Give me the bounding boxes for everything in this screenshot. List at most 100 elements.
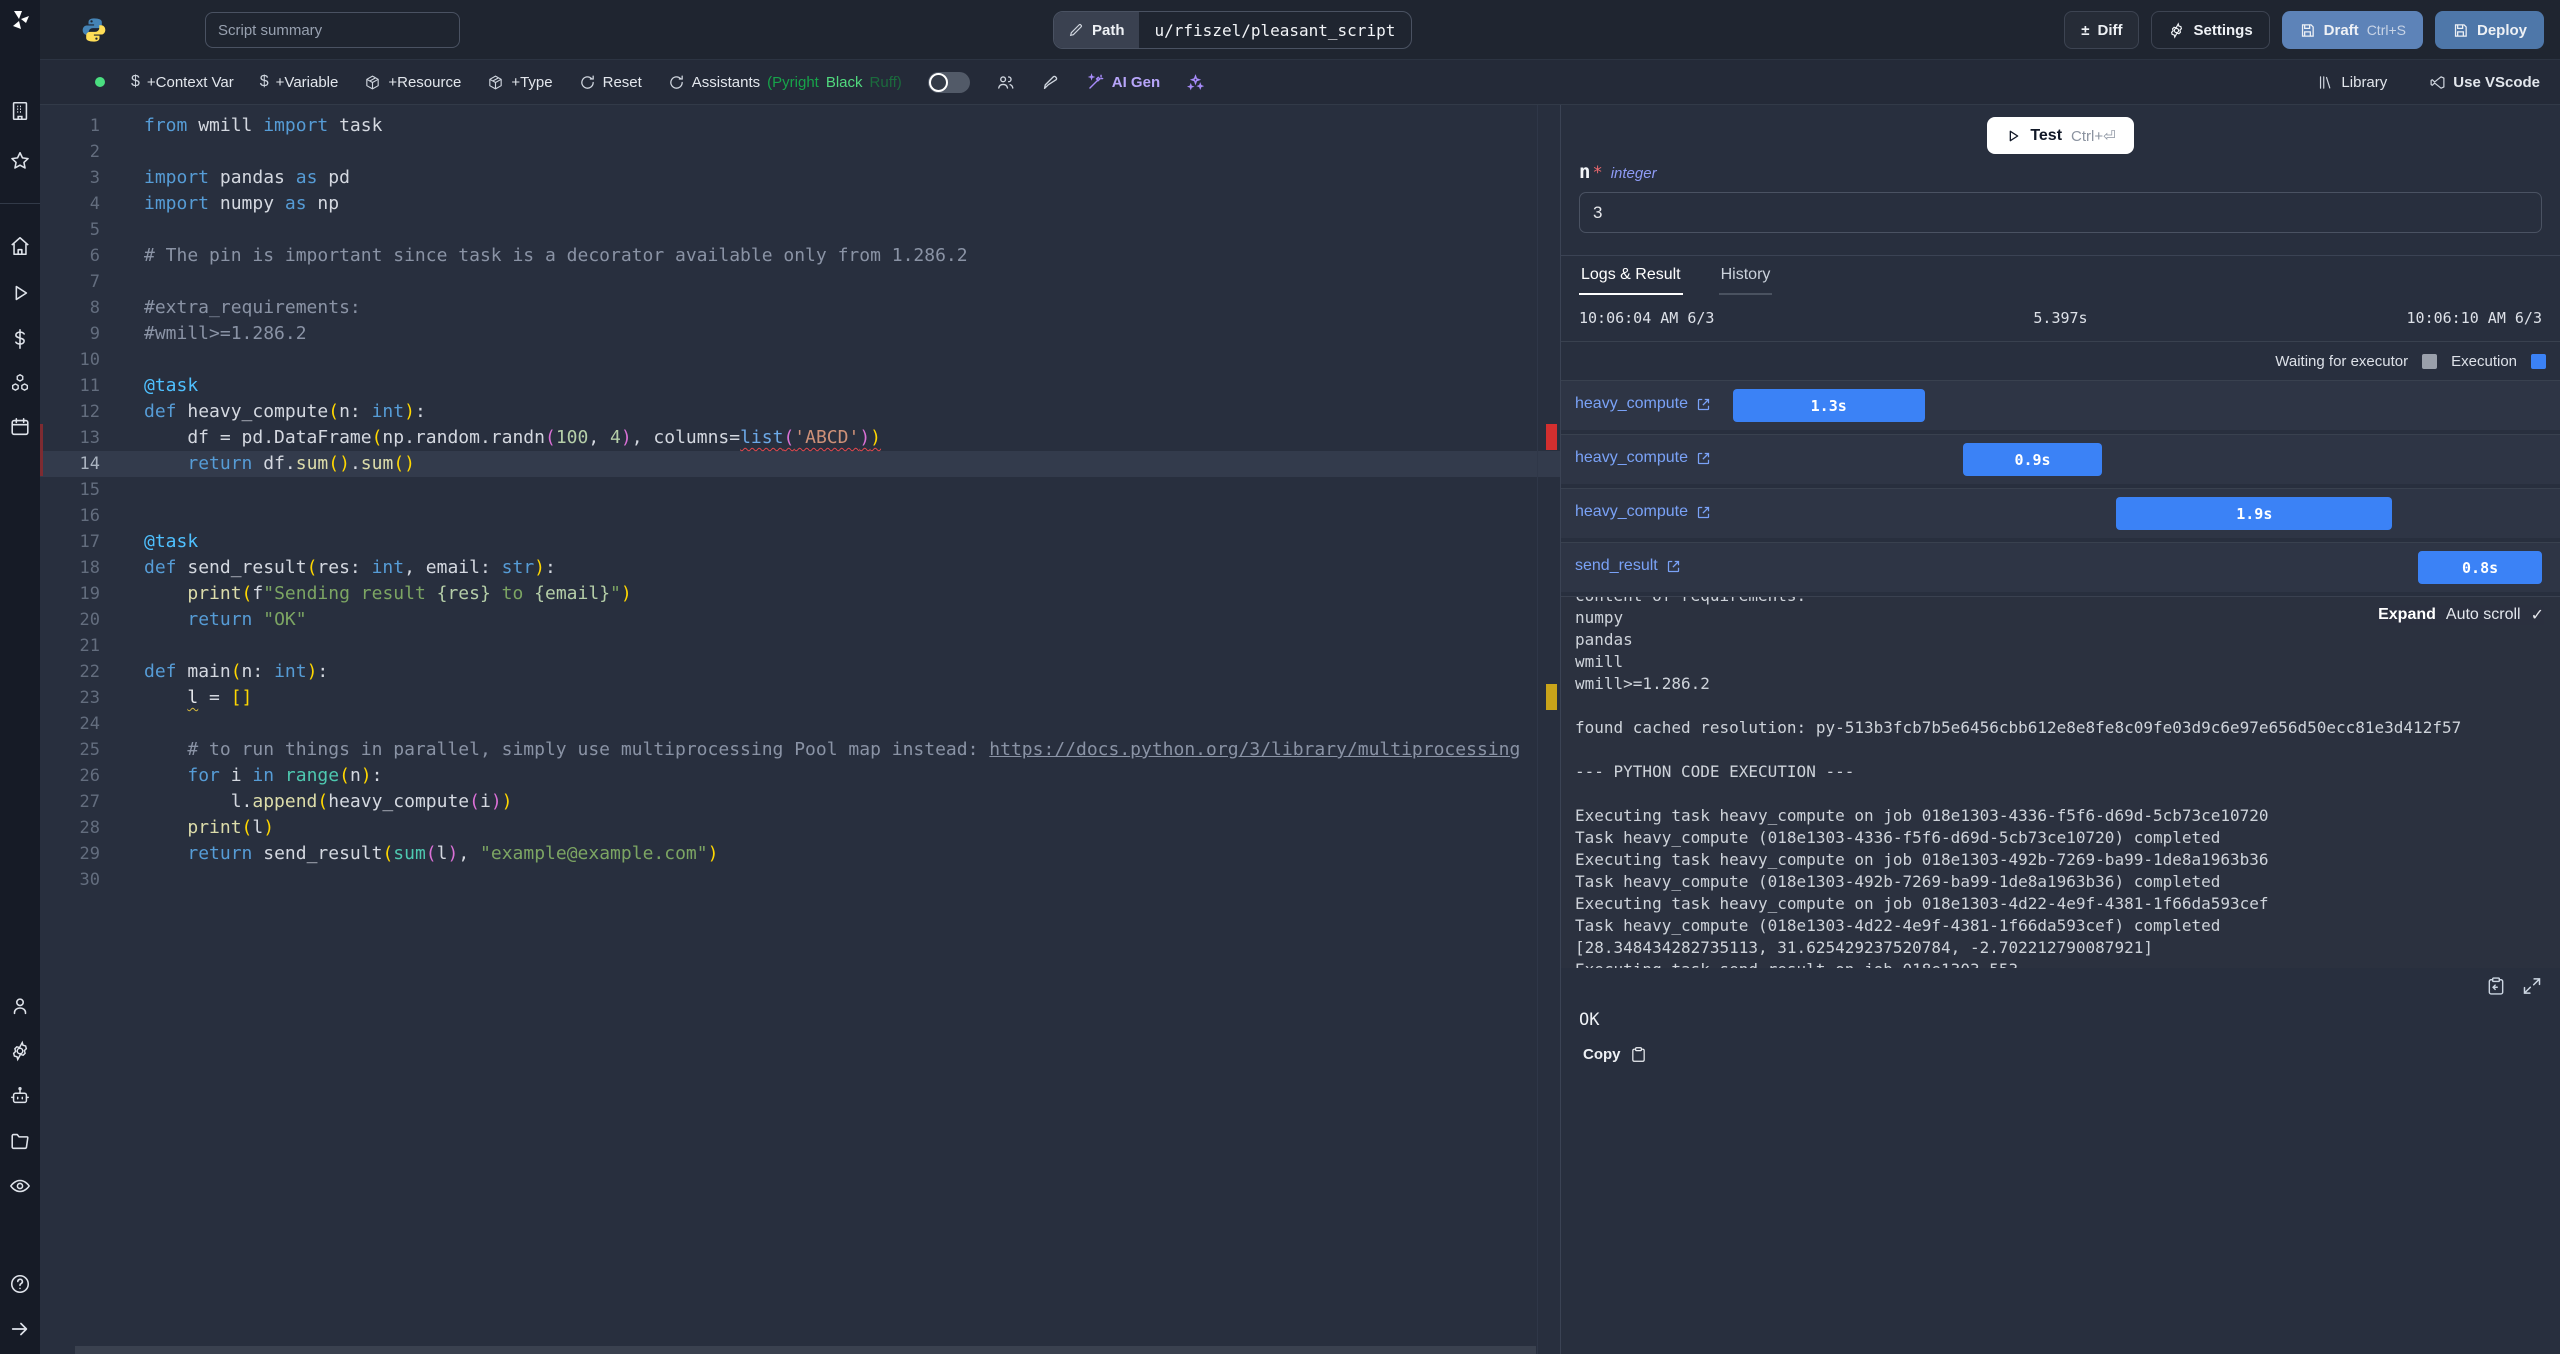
draft-button[interactable]: Draft Ctrl+S	[2281, 11, 2423, 49]
execution-bar[interactable]: 0.9s	[1962, 443, 2103, 476]
add-context-var-button[interactable]: $ +Context Var	[131, 73, 234, 91]
code-line-5[interactable]: 5	[40, 217, 1560, 243]
code-line-10[interactable]: 10	[40, 347, 1560, 373]
code-line-28[interactable]: 28 print(l)	[40, 815, 1560, 841]
runs-play-icon[interactable]	[9, 282, 31, 304]
task-link-heavy_compute[interactable]: heavy_compute	[1575, 395, 1711, 413]
gear-icon	[2168, 21, 2185, 39]
arg-n-input[interactable]	[1579, 192, 2542, 233]
code-line-6[interactable]: 6 # The pin is important since task is a …	[40, 243, 1560, 269]
add-variable-button[interactable]: $ +Variable	[260, 73, 339, 91]
execution-bar[interactable]: 1.3s	[1732, 389, 1925, 422]
warning-marker[interactable]	[1546, 684, 1557, 710]
horizontal-scrollbar[interactable]	[75, 1346, 1536, 1354]
users-person-icon[interactable]	[9, 995, 31, 1017]
log-line: found cached resolution: py-513b3fcb7b5e…	[1575, 718, 2462, 737]
expand-sidebar-arrow-icon[interactable]	[9, 1318, 31, 1340]
tab-history[interactable]: History	[1718, 256, 1773, 295]
format-brush-icon[interactable]	[1041, 73, 1060, 92]
refresh-icon	[579, 74, 596, 91]
expand-logs-button[interactable]: Expand	[2378, 606, 2436, 624]
code-line-13[interactable]: 13 df = pd.DataFrame(np.random.randn(100…	[40, 425, 1560, 451]
task-link-send_result[interactable]: send_result	[1575, 557, 1681, 575]
deploy-button[interactable]: Deploy	[2434, 11, 2544, 49]
edit-path-button[interactable]: Path	[1054, 12, 1139, 48]
execution-bar[interactable]: 0.8s	[2418, 551, 2543, 584]
assistants-button[interactable]: Assistants (Pyright Black Ruff)	[668, 74, 902, 91]
reset-button[interactable]: Reset	[579, 74, 642, 91]
legend-waiting-swatch	[2422, 353, 2438, 369]
settings-button[interactable]: Settings	[2151, 11, 2270, 49]
code-line-17[interactable]: 17 @task	[40, 529, 1560, 555]
code-line-20[interactable]: 20 return "OK"	[40, 607, 1560, 633]
script-path-value[interactable]: u/rfiszel/pleasant_script	[1139, 21, 1412, 40]
windmill-logo-icon[interactable]	[8, 8, 32, 32]
code-line-1[interactable]: 1 from wmill import task	[40, 113, 1560, 139]
code-line-2[interactable]: 2	[40, 139, 1560, 165]
code-line-12[interactable]: 12 def heavy_compute(n: int):	[40, 399, 1560, 425]
code-line-19[interactable]: 19 print(f"Sending result {res} to {emai…	[40, 581, 1560, 607]
copy-result-button[interactable]: Copy	[1561, 1030, 2560, 1063]
favorites-star-icon[interactable]	[9, 150, 31, 172]
code-line-7[interactable]: 7	[40, 269, 1560, 295]
add-type-button[interactable]: +Type	[487, 74, 553, 91]
line-number: 4	[89, 194, 100, 214]
code-line-4[interactable]: 4 import numpy as np	[40, 191, 1560, 217]
code-line-24[interactable]: 24	[40, 711, 1560, 737]
code-editor[interactable]: 1 from wmill import task 2 3 import pandas a…	[40, 105, 1560, 1354]
code-line-14[interactable]: 14 return df.sum().sum()	[40, 451, 1560, 477]
code-line-23[interactable]: 23 l = []	[40, 685, 1560, 711]
code-line-21[interactable]: 21	[40, 633, 1560, 659]
fullscreen-icon[interactable]	[2522, 976, 2542, 996]
task-link-heavy_compute[interactable]: heavy_compute	[1575, 503, 1711, 521]
line-number: 27	[79, 792, 100, 812]
execution-bar[interactable]: 1.9s	[2116, 497, 2393, 530]
diff-button[interactable]: ± Diff	[2064, 11, 2140, 49]
code-line-30[interactable]: 30	[40, 867, 1560, 893]
audit-eye-icon[interactable]	[9, 1175, 31, 1197]
code-line-25[interactable]: 25 # to run things in parallel, simply u…	[40, 737, 1560, 763]
code-line-22[interactable]: 22 def main(n: int):	[40, 659, 1560, 685]
code-line-11[interactable]: 11 @task	[40, 373, 1560, 399]
code-line-16[interactable]: 16	[40, 503, 1560, 529]
logs-output[interactable]: content of requirements:numpypandaswmill…	[1561, 596, 2560, 968]
add-resource-button[interactable]: +Resource	[364, 74, 461, 91]
code-line-26[interactable]: 26 for i in range(n):	[40, 763, 1560, 789]
workspace-building-icon[interactable]	[9, 100, 31, 122]
ai-gen-button[interactable]: AI Gen	[1086, 72, 1160, 92]
use-vscode-button[interactable]: Use VScode	[2429, 74, 2540, 91]
assistant-toggle[interactable]	[927, 71, 970, 93]
code-line-29[interactable]: 29 return send_result(sum(l), "example@e…	[40, 841, 1560, 867]
log-line: Executing task send_result on job 018e13…	[1575, 959, 2546, 968]
settings-gear-icon[interactable]	[9, 1040, 31, 1062]
copy-logs-icon[interactable]	[2486, 976, 2506, 996]
code-line-18[interactable]: 18 def send_result(res: int, email: str):	[40, 555, 1560, 581]
multiplayer-users-icon[interactable]	[996, 73, 1015, 92]
test-button[interactable]: Test Ctrl+⏎	[1987, 117, 2134, 154]
error-marker[interactable]	[1546, 424, 1557, 450]
log-line: wmill	[1575, 652, 1624, 671]
task-link-heavy_compute[interactable]: heavy_compute	[1575, 449, 1711, 467]
library-button[interactable]: Library	[2317, 74, 2387, 91]
code-line-3[interactable]: 3 import pandas as pd	[40, 165, 1560, 191]
variables-dollar-icon[interactable]	[9, 328, 31, 350]
line-number: 30	[79, 870, 100, 890]
script-summary-input[interactable]	[205, 12, 460, 48]
line-number: 22	[79, 662, 100, 682]
workers-robot-icon[interactable]	[9, 1085, 31, 1107]
code-line-15[interactable]: 15	[40, 477, 1560, 503]
home-icon[interactable]	[9, 235, 31, 257]
autoscroll-toggle[interactable]: Auto scroll	[2446, 606, 2521, 624]
line-number: 11	[79, 376, 100, 396]
resources-cubes-icon[interactable]	[9, 372, 31, 394]
ai-sparkles-icon[interactable]	[1186, 73, 1205, 92]
library-books-icon	[2317, 74, 2334, 91]
help-question-icon[interactable]	[9, 1273, 31, 1295]
code-line-27[interactable]: 27 l.append(heavy_compute(i))	[40, 789, 1560, 815]
code-line-8[interactable]: 8 #extra_requirements:	[40, 295, 1560, 321]
tab-logs-result[interactable]: Logs & Result	[1579, 256, 1683, 295]
code-line-9[interactable]: 9 #wmill>=1.286.2	[40, 321, 1560, 347]
line-number: 20	[79, 610, 100, 630]
schedules-calendar-icon[interactable]	[9, 416, 31, 438]
folders-folder-icon[interactable]	[9, 1130, 31, 1152]
